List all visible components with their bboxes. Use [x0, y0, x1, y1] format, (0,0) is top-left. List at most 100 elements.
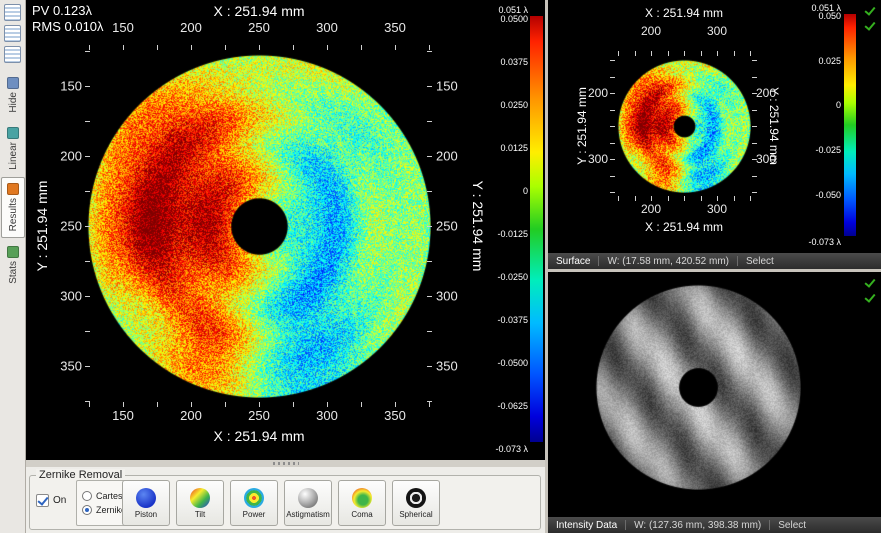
tick-mark [89, 402, 90, 407]
sidebar-tab-hide[interactable]: Hide [1, 71, 25, 119]
y-tick-label: 150 [60, 79, 82, 94]
zernike-button-coma[interactable]: Coma [338, 480, 386, 526]
radio-icon [82, 505, 92, 515]
document-icon[interactable] [4, 4, 21, 21]
checkmark-icon[interactable] [863, 276, 877, 290]
checkmark-icon[interactable] [863, 4, 877, 18]
x-axis-label-top: X : 251.94 mm [213, 3, 304, 19]
zernike-button-piston[interactable]: Piston [122, 480, 170, 526]
on-checkbox[interactable]: On [36, 494, 66, 507]
tick-mark [618, 51, 619, 56]
tick-mark [752, 126, 757, 127]
tick-mark [752, 93, 757, 94]
x-tick-label: 250 [248, 20, 270, 35]
y-tick-label: 300 [60, 289, 82, 304]
sidebar-tab-label: Linear [8, 142, 19, 170]
status-panel-title: Intensity Data [548, 520, 625, 531]
sidebar-tab-label: Stats [8, 261, 19, 284]
zernike-button-label: Tilt [195, 510, 205, 519]
tick-mark [427, 226, 432, 227]
zernike-button-spherical[interactable]: Spherical [392, 480, 440, 526]
zernike-button-astigmatism[interactable]: Astigmatism [284, 480, 332, 526]
surface-map-canvas[interactable] [87, 54, 431, 398]
colorbar-tick-label: 0.0125 [500, 143, 528, 153]
on-checkbox-label: On [53, 495, 66, 506]
sidebar-tab-linear[interactable]: Linear [1, 121, 25, 176]
surface-thumbnail-canvas[interactable] [617, 59, 751, 193]
cursor-position-readout: W: (127.36 mm, 398.38 mm) [626, 520, 769, 531]
tick-mark [293, 402, 294, 407]
sidebar-tab-stats[interactable]: Stats [1, 240, 25, 290]
y-axis-label-left: Y : 251.94 mm [34, 181, 50, 272]
tick-mark [752, 192, 757, 193]
sidebar-tab-label: Hide [8, 92, 19, 113]
tilt-icon [190, 488, 210, 508]
tick-mark [734, 51, 735, 56]
tick-mark [89, 45, 90, 50]
folder-icon[interactable] [4, 25, 21, 42]
sidebar-toolbar: Hide Linear Results Stats [0, 0, 26, 533]
tick-mark [427, 366, 432, 367]
tick-mark [427, 121, 432, 122]
status-panel-title: Surface [548, 256, 598, 267]
tick-mark [427, 51, 432, 52]
colorbar-min-label: -0.073 λ [495, 444, 528, 454]
checkmark-icon[interactable] [863, 291, 877, 305]
rms-value: RMS 0.010λ [32, 19, 104, 34]
tick-mark [85, 51, 90, 52]
horizontal-splitter[interactable] [26, 460, 545, 467]
sidebar-tab-results[interactable]: Results [1, 177, 25, 237]
x-tick-label: 350 [384, 20, 406, 35]
pv-value: PV 0.123λ [32, 3, 92, 18]
sidebar-tab-strip: Hide Linear Results Stats [0, 71, 25, 290]
tick-mark [157, 45, 158, 50]
tick-mark [327, 45, 328, 50]
tick-mark [361, 45, 362, 50]
tick-mark [684, 51, 685, 56]
tick-mark [259, 402, 260, 407]
zernike-button-tilt[interactable]: Tilt [176, 480, 224, 526]
tick-mark [610, 60, 615, 61]
select-tool-button[interactable]: Select [770, 520, 814, 531]
colorbar-tick-label: -0.0250 [497, 272, 528, 282]
tick-mark [85, 156, 90, 157]
tick-mark [85, 86, 90, 87]
colorbar-tick-label: -0.025 [815, 145, 841, 155]
tick-mark [157, 402, 158, 407]
y-tick-label: 250 [60, 219, 82, 234]
tick-mark [668, 196, 669, 201]
y-axis-label-right: Y : 251.94 mm [470, 181, 486, 272]
colorbar [844, 14, 856, 236]
zernike-button-label: Coma [351, 510, 372, 519]
y-tick-label: 300 [436, 289, 458, 304]
surface-map-main-panel: PV 0.123λ RMS 0.010λ X : 251.94 mm X : 2… [26, 0, 545, 460]
tick-mark [610, 159, 615, 160]
x-tick-label: 150 [112, 20, 134, 35]
x-tick-label: 200 [180, 20, 202, 35]
tick-mark [427, 261, 432, 262]
tick-mark [191, 45, 192, 50]
tick-mark [618, 196, 619, 201]
checkbox-icon [36, 494, 49, 507]
save-icon[interactable] [4, 46, 21, 63]
tick-mark [610, 192, 615, 193]
colorbar-tick-label: 0.0250 [500, 100, 528, 110]
intensity-data-canvas[interactable] [595, 284, 801, 490]
coma-icon [352, 488, 372, 508]
tick-mark [750, 51, 751, 56]
zernike-button-label: Piston [135, 510, 157, 519]
checkmark-icon[interactable] [863, 19, 877, 33]
zernike-button-power[interactable]: Power [230, 480, 278, 526]
colorbar-tick-label: 0.025 [818, 56, 841, 66]
y-tick-label: 250 [436, 219, 458, 234]
checkmark-icon [37, 494, 48, 506]
x-tick-label: 300 [316, 20, 338, 35]
tick-mark [85, 331, 90, 332]
x-tick-label: 200 [180, 408, 202, 423]
x-tick-label: 250 [248, 408, 270, 423]
tick-mark [293, 45, 294, 50]
hide-icon [7, 77, 19, 89]
tick-mark [717, 196, 718, 201]
select-tool-button[interactable]: Select [738, 256, 782, 267]
tick-mark [610, 77, 615, 78]
